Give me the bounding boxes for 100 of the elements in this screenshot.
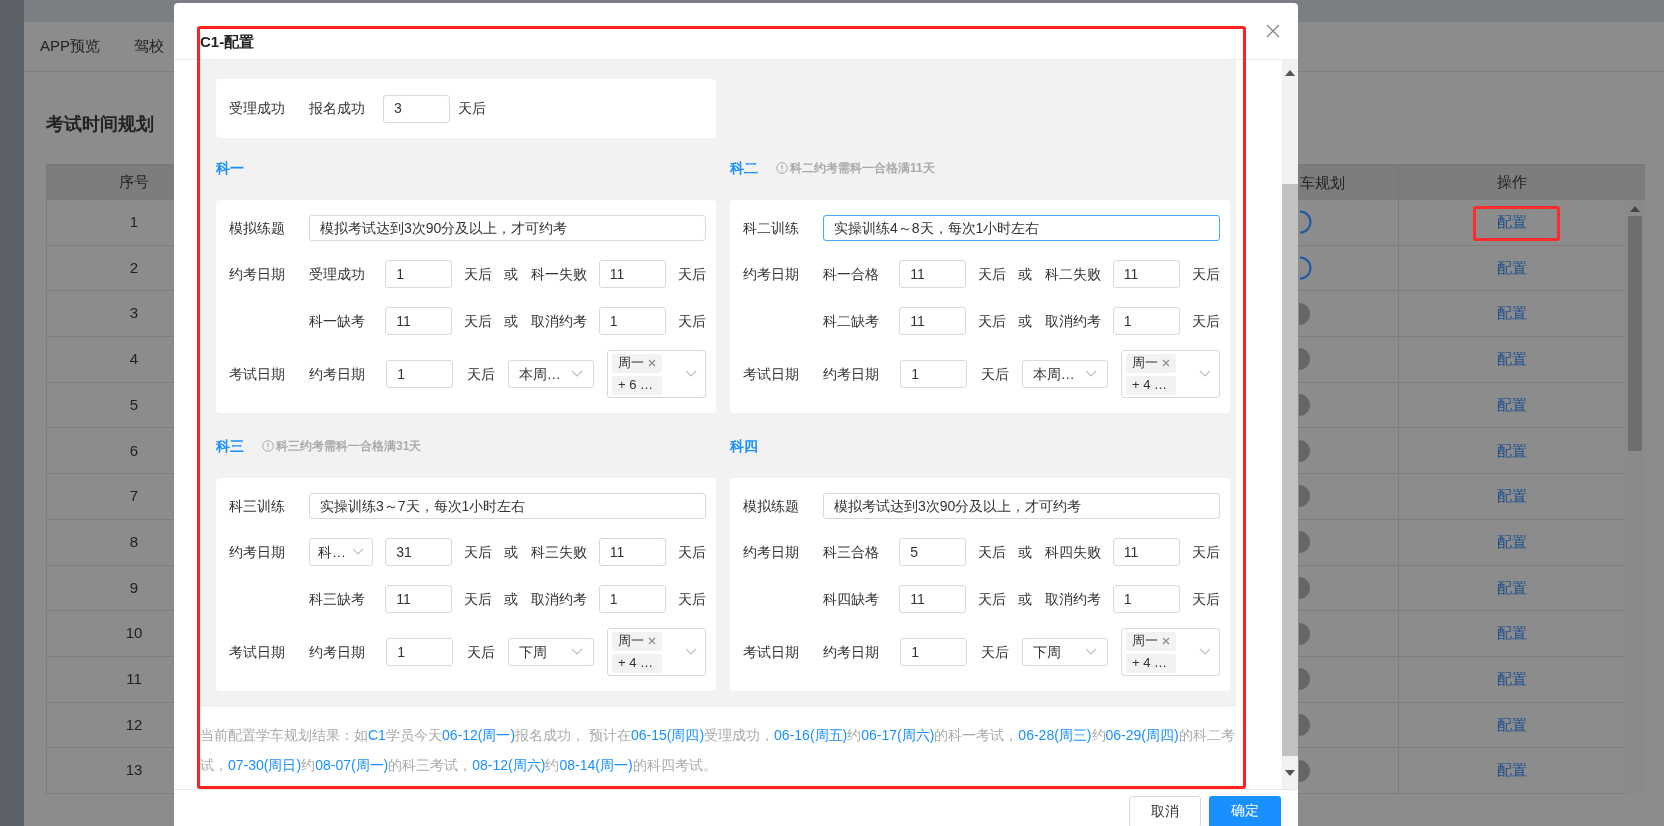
unit-label: 天后 bbox=[464, 542, 493, 562]
plan-switch-icon[interactable] bbox=[1299, 347, 1312, 372]
weekday-select[interactable]: 周一 + 6 … bbox=[607, 350, 706, 398]
chevron-icon bbox=[352, 548, 364, 556]
close-icon[interactable] bbox=[648, 637, 656, 645]
plan-switch-icon[interactable] bbox=[1299, 530, 1312, 555]
day-tag[interactable]: 周一 bbox=[612, 631, 662, 651]
plan-switch-icon[interactable] bbox=[1299, 256, 1312, 281]
table-cell-text: 4 bbox=[129, 349, 139, 370]
number-field[interactable]: 11 bbox=[899, 585, 967, 613]
number-field[interactable]: 1 bbox=[900, 360, 968, 388]
number-field[interactable]: 1 bbox=[598, 585, 666, 613]
number-field[interactable]: 3 bbox=[383, 94, 450, 123]
number-field[interactable]: 11 bbox=[899, 307, 967, 335]
dialog-title: C1-配置 bbox=[200, 31, 255, 52]
dropdown[interactable]: 下周 bbox=[1021, 638, 1108, 666]
plan-switch-icon[interactable] bbox=[1299, 484, 1312, 509]
field-label: 取消约考 bbox=[1044, 311, 1101, 331]
text-field[interactable]: 模拟考试达到3次90分及以上，才可约考 bbox=[309, 215, 706, 241]
scroll-down-icon[interactable] bbox=[1285, 770, 1295, 776]
number-field[interactable]: 11 bbox=[385, 307, 453, 335]
page-tab[interactable]: 驾校 bbox=[134, 35, 164, 58]
weekday-select[interactable]: 周一 + 4 … bbox=[1121, 350, 1220, 398]
close-icon[interactable] bbox=[1162, 637, 1170, 645]
section-title: 科四 bbox=[730, 436, 758, 456]
number-field[interactable]: 31 bbox=[385, 538, 453, 566]
field-label: 科三缺考 bbox=[309, 589, 366, 609]
plan-switch-icon[interactable] bbox=[1299, 301, 1312, 326]
number-field[interactable]: 11 bbox=[598, 538, 666, 566]
dropdown[interactable]: 科… bbox=[309, 538, 373, 566]
plan-switch-icon[interactable] bbox=[1299, 712, 1312, 737]
field-label: 受理成功 bbox=[309, 264, 366, 284]
dropdown[interactable]: 本周… bbox=[1021, 360, 1108, 388]
close-icon[interactable] bbox=[648, 359, 656, 367]
number-field[interactable]: 11 bbox=[598, 260, 666, 288]
chevron-icon bbox=[685, 370, 697, 378]
scroll-up-icon[interactable] bbox=[1285, 70, 1295, 76]
plan-switch-icon[interactable] bbox=[1299, 621, 1312, 646]
chevron-icon bbox=[1199, 648, 1211, 656]
field-label: 科三合格 bbox=[823, 542, 880, 562]
field-label: 约考日期 bbox=[823, 364, 880, 384]
table-cell-text: 10 bbox=[125, 623, 143, 644]
plan-switch-icon[interactable] bbox=[1299, 575, 1312, 600]
chevron-icon bbox=[1084, 370, 1097, 378]
unit-label: 天后 bbox=[458, 99, 486, 118]
table-cell-text: 12 bbox=[125, 714, 143, 735]
field-label: 科二失败 bbox=[1044, 264, 1101, 284]
more-tag: + 4 … bbox=[1126, 653, 1176, 673]
unit-label: 天后 bbox=[464, 589, 493, 609]
day-tag[interactable]: 周一 bbox=[1126, 631, 1176, 651]
more-tag: + 6 … bbox=[612, 375, 662, 395]
more-tag: + 4 … bbox=[612, 653, 662, 673]
day-tag[interactable]: 周一 bbox=[1126, 353, 1176, 373]
page-tab[interactable]: APP预览 bbox=[40, 35, 100, 58]
table-cell-text: 1 bbox=[129, 212, 139, 233]
more-tag: + 4 … bbox=[1126, 375, 1176, 395]
number-field[interactable]: 11 bbox=[385, 585, 453, 613]
weekday-select[interactable]: 周一 + 4 … bbox=[1121, 628, 1220, 676]
number-field[interactable]: 11 bbox=[899, 260, 967, 288]
plan-switch-icon[interactable] bbox=[1299, 438, 1312, 463]
plan-switch-icon[interactable] bbox=[1299, 667, 1312, 692]
number-field[interactable]: 1 bbox=[1112, 307, 1180, 335]
or-label: 或 bbox=[1018, 264, 1033, 284]
plan-switch-icon[interactable] bbox=[1299, 758, 1312, 783]
number-field[interactable]: 1 bbox=[900, 638, 968, 666]
number-field[interactable]: 11 bbox=[1112, 538, 1180, 566]
scroll-up-icon[interactable] bbox=[1630, 206, 1640, 212]
day-tag[interactable]: 周一 bbox=[612, 353, 662, 373]
section-note: 科三约考需科一合格满31天 bbox=[276, 438, 422, 455]
unit-label: 天后 bbox=[677, 264, 706, 284]
cancel-button[interactable]: 取消 bbox=[1129, 796, 1201, 826]
plan-switch-icon[interactable] bbox=[1299, 210, 1312, 235]
or-label: 或 bbox=[1018, 311, 1033, 331]
number-field[interactable]: 11 bbox=[1112, 260, 1180, 288]
unit-label: 天后 bbox=[1191, 264, 1220, 284]
unit-label: 天后 bbox=[677, 311, 706, 331]
number-field[interactable]: 1 bbox=[1112, 585, 1180, 613]
number-field[interactable]: 5 bbox=[899, 538, 967, 566]
unit-label: 天后 bbox=[1191, 542, 1220, 562]
field-label: 科三失败 bbox=[530, 542, 587, 562]
text-field[interactable]: 模拟考试达到3次90分及以上，才可约考 bbox=[823, 493, 1220, 519]
dropdown[interactable]: 下周 bbox=[507, 638, 594, 666]
field-label: 考试日期 bbox=[743, 364, 800, 384]
scrollbar[interactable] bbox=[1282, 60, 1298, 789]
number-field[interactable]: 1 bbox=[598, 307, 666, 335]
field-label: 科二训练 bbox=[743, 218, 800, 238]
weekday-select[interactable]: 周一 + 4 … bbox=[607, 628, 706, 676]
number-field[interactable]: 1 bbox=[386, 638, 454, 666]
column-header: 操作 bbox=[1497, 172, 1527, 193]
plan-switch-icon[interactable] bbox=[1299, 393, 1312, 418]
or-label: 或 bbox=[504, 542, 519, 562]
number-field[interactable]: 1 bbox=[386, 360, 454, 388]
close-icon[interactable] bbox=[1266, 23, 1280, 38]
text-field[interactable]: 实操训练3～7天，每次1小时左右 bbox=[309, 493, 706, 519]
table-cell-text: 2 bbox=[129, 257, 139, 278]
field-label: 模拟练题 bbox=[229, 218, 286, 238]
text-field[interactable]: 实操训练4～8天，每次1小时左右 bbox=[823, 215, 1220, 241]
number-field[interactable]: 1 bbox=[385, 260, 453, 288]
dropdown[interactable]: 本周… bbox=[507, 360, 594, 388]
close-icon[interactable] bbox=[1162, 359, 1170, 367]
